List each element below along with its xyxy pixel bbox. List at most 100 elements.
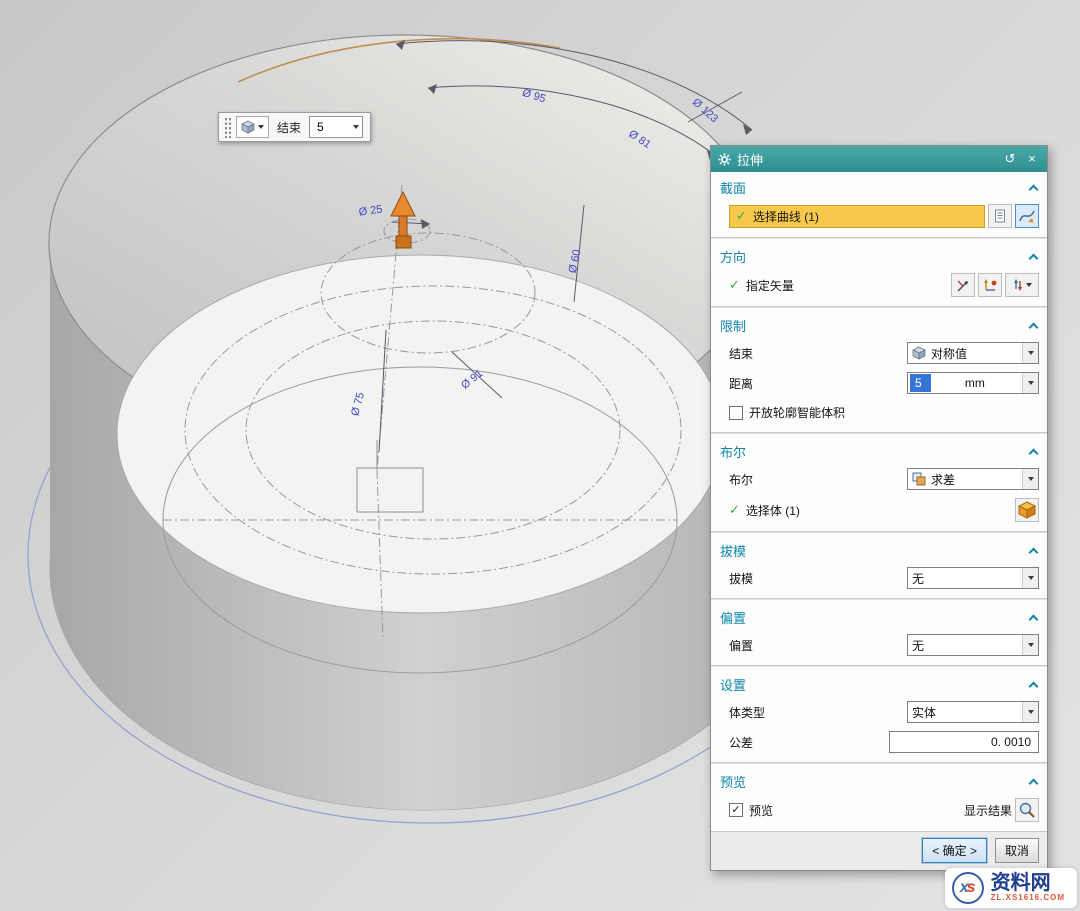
- sketch-curve-icon: [1019, 208, 1035, 224]
- section-divider: [711, 665, 1047, 667]
- end-type-value: 对称值: [931, 345, 967, 362]
- dialog-footer: < 确定 > 取消: [711, 831, 1047, 870]
- dialog-title: 拉伸: [737, 150, 996, 169]
- offset-dropdown[interactable]: 无: [907, 634, 1039, 656]
- select-curve-label: 选择曲线 (1): [753, 208, 819, 225]
- section-title-label: 限制: [720, 316, 746, 335]
- body-type-dropdown[interactable]: 实体: [907, 701, 1039, 723]
- draft-row: 拔模 无: [711, 563, 1047, 593]
- dropdown-caret-icon: [353, 125, 359, 129]
- section-divider: [711, 432, 1047, 434]
- select-body-button[interactable]: [1015, 498, 1039, 522]
- distance-field-label: 距离: [729, 375, 753, 392]
- distance-row: 距离 5 mm: [711, 368, 1047, 398]
- tolerance-label: 公差: [729, 734, 753, 751]
- reverse-direction-button[interactable]: [1005, 273, 1039, 297]
- chevron-up-icon: [1029, 778, 1039, 788]
- dropdown-caret: [1022, 635, 1038, 655]
- section-header-section[interactable]: 截面: [711, 172, 1047, 200]
- section-header-limits[interactable]: 限制: [711, 310, 1047, 338]
- offset-field-label: 偏置: [729, 637, 753, 654]
- dialog-titlebar[interactable]: 拉伸 ↺ ×: [711, 146, 1047, 172]
- end-field-label: 结束: [729, 345, 753, 362]
- application-window: Ø 95 Ø 81 Ø 123 Ø 60 Ø 25 Ø 75 Ø 91 结束: [0, 0, 1080, 911]
- cube-icon: [241, 120, 255, 134]
- draft-dropdown[interactable]: 无: [907, 567, 1039, 589]
- watermark-url: ZL.XS1616.COM: [991, 894, 1065, 902]
- open-profile-checkbox[interactable]: [729, 406, 743, 420]
- section-divider: [711, 598, 1047, 600]
- section-header-settings[interactable]: 设置: [711, 669, 1047, 697]
- chevron-up-icon: [1029, 322, 1039, 332]
- chevron-up-icon: [1029, 547, 1039, 557]
- extrude-dialog: 拉伸 ↺ × 截面 ✓ 选择曲线 (1): [710, 145, 1048, 871]
- symmetric-value-icon: [912, 346, 926, 360]
- boolean-dropdown[interactable]: 求差: [907, 468, 1039, 490]
- dropdown-caret: [1022, 702, 1038, 722]
- dropdown-caret: [1022, 373, 1038, 393]
- chevron-up-icon: [1029, 681, 1039, 691]
- onscreen-input-toolbar: 结束 5: [218, 112, 371, 142]
- select-body-row: ✓ 选择体 (1): [711, 494, 1047, 526]
- checkbox-check-icon: ✓: [731, 805, 740, 816]
- reverse-arrows-icon: [1012, 278, 1024, 292]
- end-type-dropdown[interactable]: 对称值: [907, 342, 1039, 364]
- section-divider: [711, 531, 1047, 533]
- distance-onscreen-select[interactable]: 5: [309, 116, 363, 138]
- curve-options-button[interactable]: [988, 204, 1012, 228]
- section-header-offset[interactable]: 偏置: [711, 602, 1047, 630]
- distance-onscreen-value: 5: [317, 120, 324, 134]
- section-header-boolean[interactable]: 布尔: [711, 436, 1047, 464]
- cancel-button[interactable]: 取消: [995, 838, 1039, 863]
- end-row: 结束 对称值: [711, 338, 1047, 368]
- boolean-row: 布尔 求差: [711, 464, 1047, 494]
- offset-value: 无: [912, 637, 924, 654]
- toolbar-grip-handle[interactable]: [223, 116, 231, 138]
- draft-value: 无: [912, 570, 924, 587]
- show-result-button[interactable]: [1015, 798, 1039, 822]
- distance-input[interactable]: 5 mm: [907, 372, 1039, 394]
- section-title-label: 方向: [720, 247, 746, 266]
- ok-button[interactable]: < 确定 >: [922, 838, 987, 863]
- inferred-vector-button[interactable]: [951, 273, 975, 297]
- dropdown-caret: [1022, 568, 1038, 588]
- section-title-label: 布尔: [720, 442, 746, 461]
- sketch-section-button[interactable]: [1015, 204, 1039, 228]
- end-type-button[interactable]: [236, 116, 269, 138]
- watermark-name: 资料网: [991, 873, 1065, 894]
- select-curve-row: ✓ 选择曲线 (1): [711, 200, 1047, 232]
- draft-field-label: 拔模: [729, 570, 753, 587]
- tolerance-input[interactable]: 0. 0010: [889, 731, 1039, 753]
- section-divider: [711, 237, 1047, 239]
- vector-dialog-button[interactable]: [978, 273, 1002, 297]
- body-type-value: 实体: [912, 704, 936, 721]
- check-icon: ✓: [736, 208, 747, 224]
- close-icon[interactable]: ×: [1024, 151, 1040, 167]
- preview-label: 预览: [749, 802, 773, 819]
- solid-body-icon: [1018, 501, 1036, 519]
- section-header-preview[interactable]: 预览: [711, 766, 1047, 794]
- open-profile-label: 开放轮廓智能体积: [749, 404, 845, 421]
- subtract-icon: [912, 472, 926, 486]
- preview-checkbox[interactable]: ✓: [729, 803, 743, 817]
- section-header-direction[interactable]: 方向: [711, 241, 1047, 269]
- section-title-label: 截面: [720, 178, 746, 197]
- body-type-row: 体类型 实体: [711, 697, 1047, 727]
- select-curve-field[interactable]: ✓ 选择曲线 (1): [729, 205, 985, 228]
- section-title-label: 设置: [720, 675, 746, 694]
- reset-icon[interactable]: ↺: [1002, 151, 1018, 167]
- section-title-label: 偏置: [720, 608, 746, 627]
- dimension-label: Ø 123: [690, 96, 720, 125]
- section-title-label: 拔模: [720, 541, 746, 560]
- gear-icon: [718, 153, 731, 166]
- show-result-label: 显示结果: [964, 802, 1012, 819]
- preview-row: ✓ 预览 显示结果: [711, 794, 1047, 826]
- specify-vector-label: 指定矢量: [746, 277, 794, 294]
- vector-icon: [956, 278, 971, 293]
- dropdown-caret-icon: [1026, 283, 1032, 287]
- watermark-logo-s: s: [967, 879, 976, 897]
- section-header-draft[interactable]: 拔模: [711, 535, 1047, 563]
- tolerance-row: 公差 0. 0010: [711, 727, 1047, 757]
- watermark-logo: x s: [952, 872, 984, 904]
- site-watermark: x s 资料网 ZL.XS1616.COM: [945, 868, 1077, 908]
